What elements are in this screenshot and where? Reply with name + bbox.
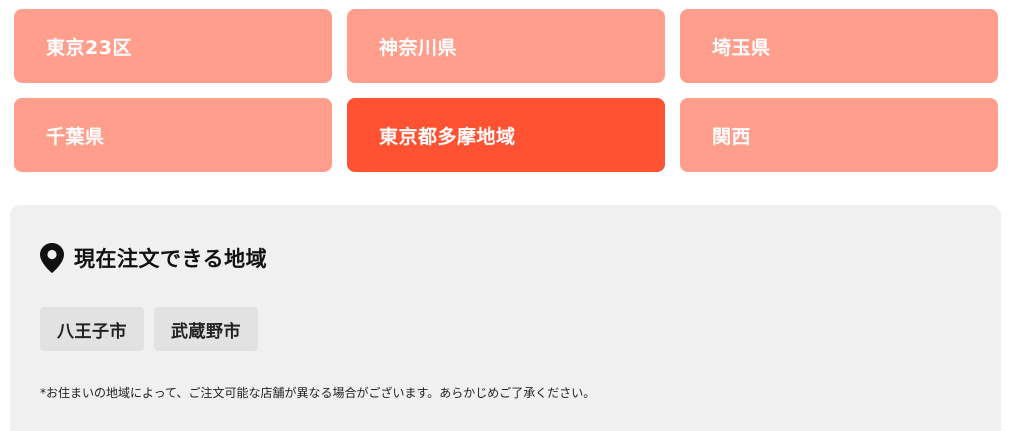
region-selector: 東京23区 神奈川県 埼玉県 千葉県 東京都多摩地域 関西 [14,9,998,172]
availability-note: *お住まいの地域によって、ご注文可能な店舗が異なる場合がございます。あらかじめご… [40,386,596,400]
map-pin-icon [40,243,64,273]
region-button-kanagawa[interactable]: 神奈川県 [347,9,665,83]
area-chip: 八王子市 [40,307,144,351]
region-button-tokyo-23[interactable]: 東京23区 [14,9,332,83]
panel-heading: 現在注文できる地域 [40,243,267,273]
region-button-saitama[interactable]: 埼玉県 [680,9,998,83]
region-button-tokyo-tama[interactable]: 東京都多摩地域 [347,98,665,172]
page: 東京23区 神奈川県 埼玉県 千葉県 東京都多摩地域 関西 現在注文できる地域 … [0,0,1024,431]
panel-title: 現在注文できる地域 [74,247,268,271]
area-chip-list: 八王子市 武蔵野市 [40,307,258,351]
region-button-kansai[interactable]: 関西 [680,98,998,172]
region-button-chiba[interactable]: 千葉県 [14,98,332,172]
available-areas-panel: 現在注文できる地域 八王子市 武蔵野市 *お住まいの地域によって、ご注文可能な店… [10,205,1001,431]
area-chip: 武蔵野市 [154,307,258,351]
